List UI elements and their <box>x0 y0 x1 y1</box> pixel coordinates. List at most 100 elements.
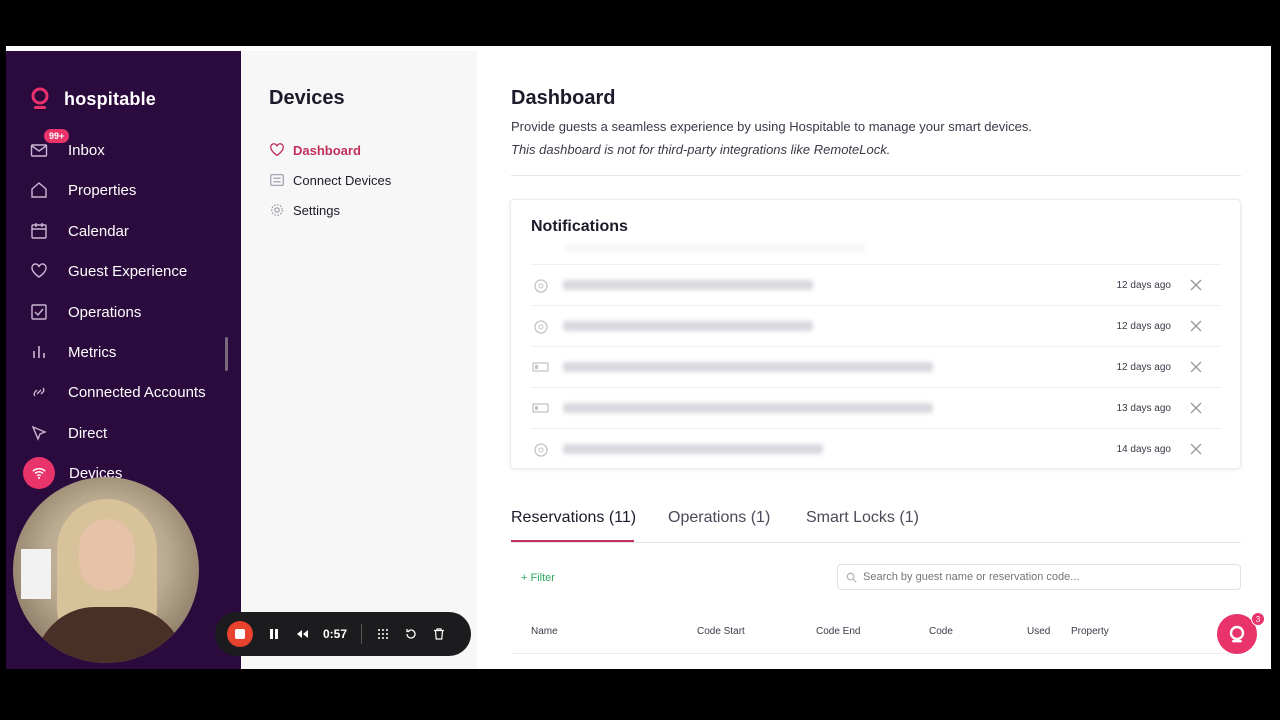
page-note: This dashboard is not for third-party in… <box>511 142 891 157</box>
grid-icon[interactable] <box>376 627 390 641</box>
brand-name: hospitable <box>64 88 157 109</box>
active-tab-indicator <box>511 540 634 542</box>
table-header: Name Code Start Code End Code Used Prope… <box>511 622 1241 654</box>
blurred-text <box>563 403 933 413</box>
list-item: 12 days ago <box>531 264 1221 305</box>
column-header-code-start[interactable]: Code Start <box>697 626 745 637</box>
cursor-icon <box>30 424 48 442</box>
battery-icon <box>532 362 549 372</box>
blurred-text <box>563 321 813 331</box>
brand[interactable]: hospitable <box>30 87 156 111</box>
tab-operations[interactable]: Operations (1) <box>668 509 770 527</box>
tab-bar: Reservations (11) Operations (1) Smart L… <box>511 503 1241 543</box>
column-header-property[interactable]: Property <box>1071 626 1109 637</box>
sidebar-item-metrics[interactable]: Metrics <box>30 337 116 367</box>
lock-icon <box>534 443 548 457</box>
sidebar-item-label: Calendar <box>68 222 129 240</box>
trash-icon[interactable] <box>432 627 446 641</box>
blurred-text <box>563 280 813 290</box>
sidebar-item-guest-experience[interactable]: Guest Experience <box>30 256 187 286</box>
list-item: 13 days ago <box>531 387 1221 428</box>
sidebar-item-label: Inbox <box>68 141 105 159</box>
column-header-used[interactable]: Used <box>1027 626 1050 637</box>
checkbox-icon <box>30 303 48 321</box>
subnav-item-dashboard[interactable]: Dashboard <box>269 142 361 158</box>
column-header-code-end[interactable]: Code End <box>816 626 860 637</box>
notification-time: 12 days ago <box>1116 279 1172 291</box>
sidebar-item-label: Guest Experience <box>68 262 188 280</box>
sidebar-item-label: Metrics <box>68 343 117 361</box>
filter-button[interactable]: + Filter <box>521 572 555 584</box>
sliders-icon <box>270 174 284 186</box>
notification-time: 12 days ago <box>1116 361 1172 373</box>
blurred-text <box>563 362 933 372</box>
battery-icon <box>532 403 549 413</box>
webcam-overlay[interactable] <box>13 477 199 663</box>
chat-count-badge: 3 <box>1251 612 1265 626</box>
notification-time: 14 days ago <box>1116 443 1172 455</box>
list-item: 14 days ago <box>531 428 1221 468</box>
close-icon[interactable] <box>1189 442 1203 456</box>
list-item: 12 days ago <box>531 346 1221 387</box>
heart-icon <box>270 143 284 157</box>
blurred-text <box>563 444 823 454</box>
heart-icon <box>30 262 48 280</box>
hospitable-logo-icon <box>31 87 49 109</box>
close-icon[interactable] <box>1189 401 1203 415</box>
calendar-icon <box>30 222 48 240</box>
home-icon <box>30 181 48 199</box>
chat-icon <box>1229 625 1245 643</box>
sidebar-item-label: Operations <box>68 303 142 321</box>
inbox-badge: 99+ <box>44 129 70 143</box>
background-window <box>21 549 51 599</box>
divider <box>511 175 1241 176</box>
lock-icon <box>534 279 548 293</box>
notification-time: 12 days ago <box>1116 320 1172 332</box>
column-header-name[interactable]: Name <box>531 626 558 637</box>
sidebar-scrollbar[interactable] <box>225 337 228 371</box>
divider <box>361 624 363 644</box>
close-icon[interactable] <box>1189 278 1203 292</box>
devices-subnav: Devices Dashboard Connect Devices Settin… <box>241 51 477 669</box>
sidebar-item-connected-accounts[interactable]: Connected Accounts <box>30 377 206 407</box>
sidebar-item-operations[interactable]: Operations <box>30 297 141 327</box>
sidebar-item-inbox[interactable]: 99+ Inbox <box>30 129 105 165</box>
page-title: Dashboard <box>511 87 616 109</box>
sidebar-item-label: Properties <box>68 181 137 199</box>
search-icon <box>846 572 857 582</box>
close-icon[interactable] <box>1189 319 1203 333</box>
column-header-code[interactable]: Code <box>929 626 953 637</box>
sidebar-item-direct[interactable]: Direct <box>30 418 107 448</box>
wifi-icon <box>23 457 55 489</box>
link-icon <box>30 383 48 401</box>
mail-icon: 99+ <box>30 129 70 159</box>
subnav-title: Devices <box>269 87 345 109</box>
subnav-item-label: Connect Devices <box>293 172 392 188</box>
subnav-item-label: Settings <box>293 202 340 218</box>
sidebar-item-label: Direct <box>68 424 108 442</box>
subnav-item-settings[interactable]: Settings <box>269 202 340 218</box>
search-box[interactable] <box>837 564 1241 590</box>
sidebar-item-properties[interactable]: Properties <box>30 175 136 205</box>
list-item <box>531 240 1221 262</box>
gear-icon <box>271 204 283 216</box>
lock-icon <box>534 320 548 334</box>
recording-timer: 0:57 <box>323 627 348 641</box>
subnav-item-label: Dashboard <box>293 142 361 158</box>
pause-icon[interactable] <box>267 627 281 641</box>
restart-icon[interactable] <box>404 627 418 641</box>
notification-time: 13 days ago <box>1116 402 1172 414</box>
main-content: Dashboard Provide guests a seamless expe… <box>477 51 1271 669</box>
close-icon[interactable] <box>1189 360 1203 374</box>
rewind-icon[interactable] <box>295 627 309 641</box>
search-input[interactable] <box>863 571 1223 583</box>
tab-reservations[interactable]: Reservations (11) <box>511 509 636 527</box>
list-item: 12 days ago <box>531 305 1221 346</box>
tab-smart-locks[interactable]: Smart Locks (1) <box>806 509 919 527</box>
person-face <box>79 519 135 591</box>
sidebar-item-calendar[interactable]: Calendar <box>30 216 129 246</box>
subnav-item-connect-devices[interactable]: Connect Devices <box>269 172 391 188</box>
stop-recording-button[interactable] <box>227 621 253 647</box>
page-description: Provide guests a seamless experience by … <box>511 119 1032 134</box>
notifications-panel: Notifications 12 days ago 12 days ago 12… <box>510 199 1241 469</box>
